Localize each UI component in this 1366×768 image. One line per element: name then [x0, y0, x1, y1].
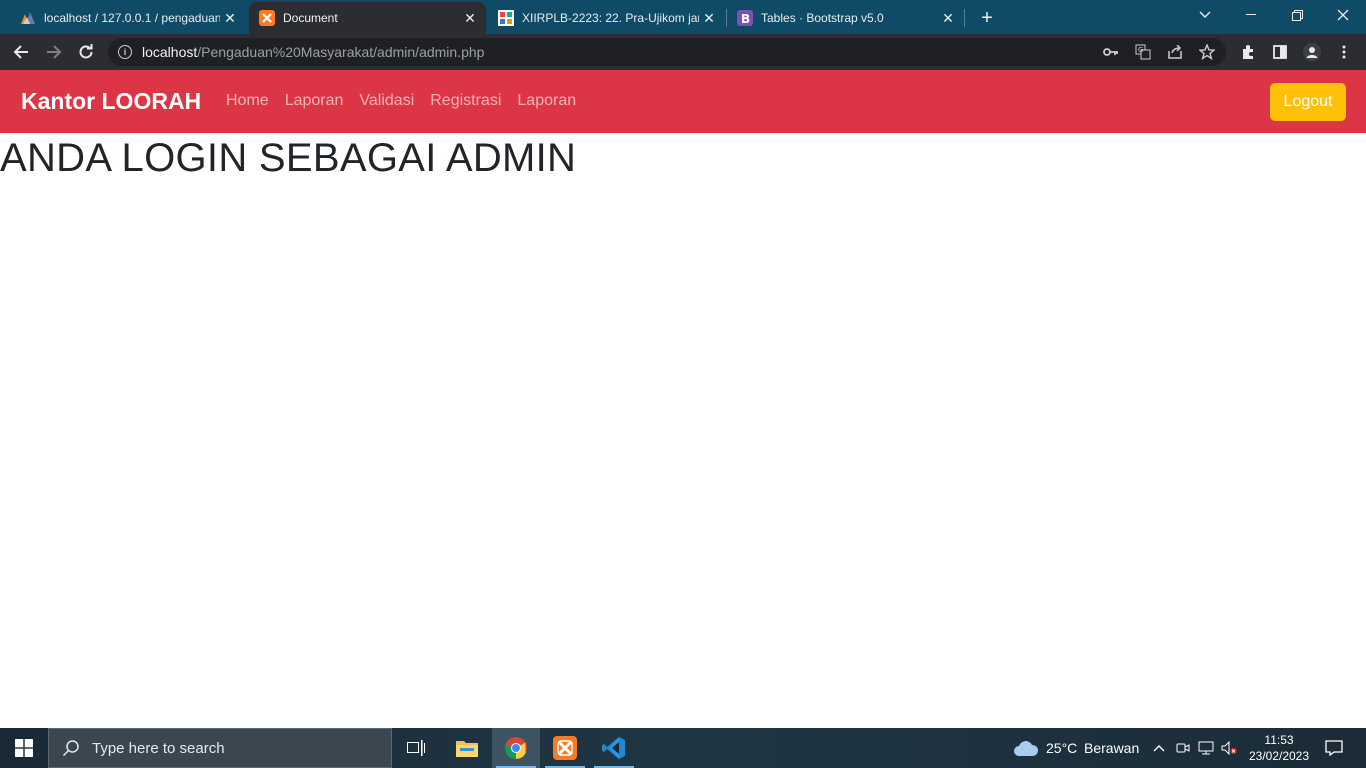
tab-title: localhost / 127.0.0.1 / pengaduan	[44, 11, 220, 25]
xampp-icon	[553, 736, 577, 760]
tab-bootstrap[interactable]: B Tables · Bootstrap v5.0 ✕	[727, 2, 964, 34]
side-panel-icon[interactable]	[1270, 43, 1290, 61]
new-tab-button[interactable]: +	[975, 6, 999, 30]
browser-tab-strip: localhost / 127.0.0.1 / pengaduan ✕ Docu…	[0, 0, 1366, 34]
nav-link-validasi[interactable]: Validasi	[359, 92, 414, 110]
nav-link-laporan-2[interactable]: Laporan	[517, 92, 576, 110]
svg-text:B: B	[741, 12, 750, 26]
chevron-down-icon	[1199, 11, 1211, 18]
windows-logo-icon	[15, 739, 33, 757]
profile-avatar-icon[interactable]	[1302, 43, 1322, 61]
chevron-up-icon[interactable]	[1151, 740, 1167, 756]
xampp-icon	[259, 10, 275, 26]
address-bar[interactable]: i localhost/Pengaduan%20Masyarakat/admin…	[108, 38, 1226, 66]
clock-date: 23/02/2023	[1248, 749, 1310, 763]
minimize-button[interactable]	[1228, 0, 1274, 30]
tab-search-button[interactable]	[1182, 0, 1228, 30]
nav-link-laporan[interactable]: Laporan	[285, 92, 344, 110]
taskbar-chrome[interactable]	[492, 728, 540, 768]
url-path: /Pengaduan%20Masyarakat/admin/admin.php	[197, 44, 485, 60]
reload-button[interactable]	[74, 40, 98, 64]
bookmark-star-icon[interactable]	[1198, 44, 1216, 60]
folder-icon	[456, 741, 478, 757]
tab-document[interactable]: Document ✕	[249, 2, 486, 34]
task-view-icon	[407, 740, 425, 756]
restore-button[interactable]	[1274, 0, 1320, 30]
nav-link-registrasi[interactable]: Registrasi	[430, 92, 501, 110]
meet-now-icon[interactable]	[1175, 740, 1191, 756]
moodle-icon	[498, 10, 514, 26]
navbar-links: Home Laporan Validasi Registrasi Laporan	[226, 92, 576, 110]
arrow-right-icon	[47, 45, 62, 59]
close-tab-icon[interactable]: ✕	[220, 8, 240, 28]
tab-title: Tables · Bootstrap v5.0	[761, 11, 884, 25]
taskbar-clock[interactable]: 11:53 23/02/2023	[1244, 732, 1314, 764]
more-menu-icon[interactable]	[1334, 43, 1354, 61]
volume-muted-icon[interactable]	[1221, 740, 1237, 756]
windows-taskbar: Type here to search 25°C Berawan 11:53 2…	[0, 728, 1366, 768]
translate-icon[interactable]: G	[1134, 44, 1152, 60]
url-host: localhost	[142, 44, 198, 60]
restore-icon	[1291, 9, 1303, 21]
reload-icon	[79, 44, 93, 59]
logout-button[interactable]: Logout	[1270, 83, 1346, 121]
forward-button[interactable]	[42, 40, 66, 64]
close-tab-icon[interactable]: ✕	[699, 8, 719, 28]
search-placeholder: Type here to search	[92, 739, 225, 757]
bootstrap-icon: B	[737, 10, 753, 26]
close-icon	[1337, 9, 1349, 21]
notification-center-icon[interactable]	[1325, 739, 1343, 757]
extensions-icon[interactable]	[1238, 43, 1258, 61]
network-icon[interactable]	[1198, 740, 1214, 756]
close-tab-icon[interactable]: ✕	[938, 8, 958, 28]
tab-phpmyadmin[interactable]: localhost / 127.0.0.1 / pengaduan ✕	[0, 2, 246, 34]
tab-title: Document	[283, 11, 338, 25]
weather-cloud-icon[interactable]	[1013, 738, 1039, 758]
close-tab-icon[interactable]: ✕	[460, 8, 480, 28]
clock-time: 11:53	[1264, 733, 1294, 747]
taskbar-file-explorer[interactable]	[443, 728, 491, 768]
weather-temperature[interactable]: 25°C	[1046, 740, 1077, 756]
search-icon	[62, 740, 79, 757]
tab-moodle[interactable]: XIIRPLB-2223: 22. Pra-Ujikom jar ✕	[488, 2, 725, 34]
vscode-icon	[602, 737, 625, 759]
nav-link-home[interactable]: Home	[226, 92, 269, 110]
task-view-button[interactable]	[392, 728, 440, 768]
taskbar-xampp[interactable]	[541, 728, 589, 768]
minimize-icon	[1246, 14, 1256, 15]
taskbar-vscode[interactable]	[590, 728, 638, 768]
arrow-left-icon	[13, 45, 28, 59]
close-window-button[interactable]	[1320, 0, 1366, 30]
page-heading: ANDA LOGIN SEBAGAI ADMIN	[0, 136, 577, 180]
start-button[interactable]	[0, 728, 48, 768]
phpmyadmin-icon	[20, 10, 36, 26]
site-navbar: Kantor LOORAH Home Laporan Validasi Regi…	[0, 70, 1366, 133]
tab-separator	[964, 9, 965, 27]
chrome-icon	[505, 737, 527, 759]
navbar-brand[interactable]: Kantor LOORAH	[21, 88, 201, 115]
url-text[interactable]: localhost/Pengaduan%20Masyarakat/admin/a…	[142, 44, 484, 60]
svg-text:G: G	[1138, 46, 1143, 54]
site-info-icon[interactable]: i	[118, 45, 132, 59]
key-icon[interactable]	[1102, 44, 1120, 60]
tab-title: XIIRPLB-2223: 22. Pra-Ujikom jar	[522, 11, 699, 25]
taskbar-search-box[interactable]: Type here to search	[48, 728, 392, 768]
weather-description[interactable]: Berawan	[1084, 740, 1139, 756]
back-button[interactable]	[9, 40, 33, 64]
browser-toolbar: i localhost/Pengaduan%20Masyarakat/admin…	[0, 34, 1366, 70]
share-icon[interactable]	[1166, 44, 1184, 60]
